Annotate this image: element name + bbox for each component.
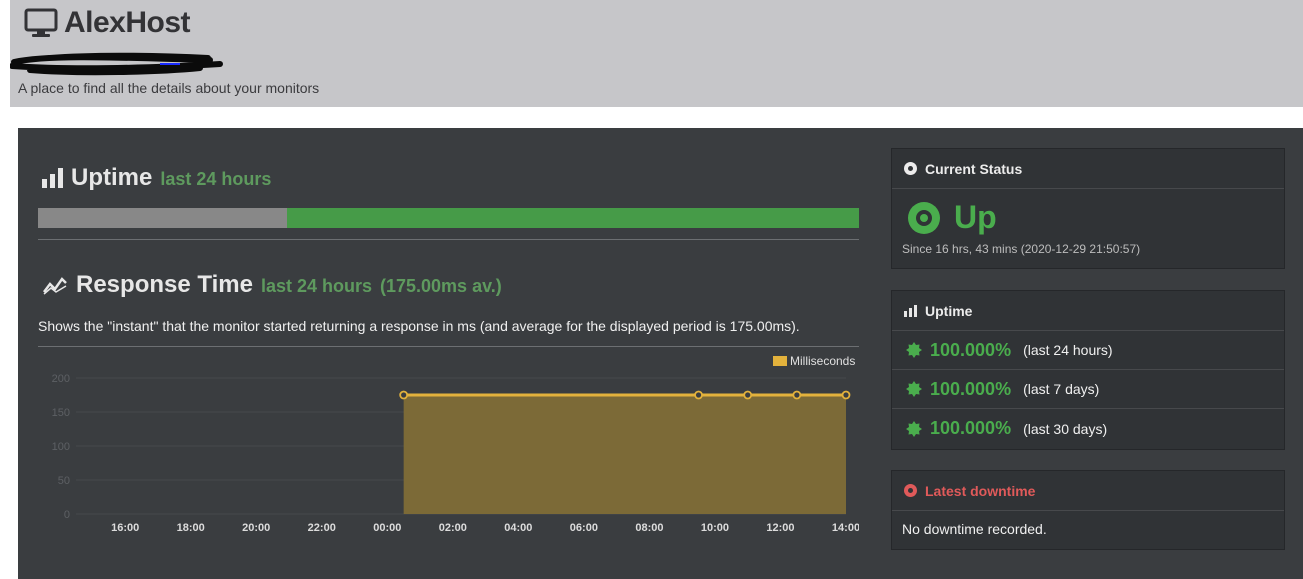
status-state: Up xyxy=(954,199,997,235)
x-tick-label: 10:00 xyxy=(701,522,729,534)
uptime-row: 100.000% (last 24 hours) xyxy=(892,331,1284,370)
divider xyxy=(38,346,859,347)
certificate-icon xyxy=(906,420,922,437)
response-area xyxy=(403,395,846,514)
bar-chart-icon xyxy=(904,304,917,317)
x-tick-label: 22:00 xyxy=(308,522,336,534)
x-tick-label: 00:00 xyxy=(373,522,401,534)
current-status-title: Current Status xyxy=(925,160,1023,177)
uptime-period: (last 30 days) xyxy=(1023,420,1108,437)
page-header: AlexHost A place to find all the details… xyxy=(10,0,1303,107)
uptime-bar-no-data[interactable] xyxy=(38,208,287,228)
uptime-subtitle: last 24 hours xyxy=(160,169,272,189)
status-line: Up xyxy=(902,199,1274,236)
response-heading: Response Time last 24 hours (175.00ms av… xyxy=(42,271,502,299)
certificate-icon xyxy=(906,381,922,397)
uptime-bar[interactable] xyxy=(38,208,859,228)
uptime-pct: 100.000% xyxy=(930,418,1012,438)
uptime-heading: Uptime last 24 hours xyxy=(42,164,271,192)
latest-downtime-title: Latest downtime xyxy=(925,482,1036,499)
uptime-pct: 100.000% xyxy=(930,378,1012,399)
divider xyxy=(38,239,859,240)
data-point xyxy=(841,390,851,400)
x-tick-label: 14:00 xyxy=(832,522,859,534)
uptime-row: 100.000% (last 7 days) xyxy=(892,370,1284,409)
monitor-icon xyxy=(24,8,58,37)
data-point xyxy=(743,390,753,400)
response-title: Response Time xyxy=(76,271,253,298)
tagline: A place to find all the details about yo… xyxy=(18,80,320,96)
brand-title: AlexHost xyxy=(64,6,191,39)
x-tick-label: 20:00 xyxy=(242,522,270,534)
current-status-header: Current Status xyxy=(892,149,1284,189)
certificate-icon xyxy=(906,342,922,358)
monitor-panel: Uptime last 24 hours Response Time last … xyxy=(18,128,1303,579)
brand[interactable]: AlexHost xyxy=(24,6,191,40)
y-tick-label: 50 xyxy=(58,475,70,487)
x-tick-label: 12:00 xyxy=(766,522,794,534)
y-tick-label: 100 xyxy=(52,441,70,453)
x-tick-label: 16:00 xyxy=(111,522,139,534)
y-tick-label: 0 xyxy=(64,509,70,521)
x-tick-label: 02:00 xyxy=(439,522,467,534)
data-point xyxy=(399,390,409,400)
uptime-rows: 100.000% (last 24 hours) 100.000% (last … xyxy=(892,331,1284,448)
uptime-card-header: Uptime xyxy=(892,291,1284,331)
latest-downtime-header: Latest downtime xyxy=(892,471,1284,511)
x-tick-label: 08:00 xyxy=(635,522,663,534)
latest-downtime-card: Latest downtime No downtime recorded. xyxy=(891,470,1285,550)
current-status-card: Current Status Up Since 16 hrs, 43 mins … xyxy=(891,148,1285,269)
response-average: (175.00ms av.) xyxy=(380,276,502,296)
uptime-row: 100.000% (last 30 days) xyxy=(892,409,1284,448)
response-chart[interactable]: 0 50 100 150 200 16:00 18:00 20:00 22:00 00:00 02:… xyxy=(38,350,860,545)
uptime-bar-up[interactable] xyxy=(286,208,859,228)
response-subtitle: last 24 hours xyxy=(260,276,372,296)
bar-chart-icon xyxy=(42,168,63,188)
dot-circle-icon xyxy=(904,162,917,175)
y-tick-label: 150 xyxy=(52,407,70,419)
response-chart-svg[interactable]: 0 50 100 150 200 16:00 18:00 20:00 22:00 00:00 02:… xyxy=(38,350,860,545)
y-tick-label: 200 xyxy=(52,373,70,385)
x-tick-label: 06:00 xyxy=(570,522,598,534)
uptime-period: (last 24 hours) xyxy=(1023,342,1113,358)
response-description: Shows the "instant" that the monitor sta… xyxy=(38,318,800,334)
dot-circle-icon xyxy=(904,484,917,497)
legend-swatch xyxy=(773,356,787,366)
data-point xyxy=(792,390,802,400)
uptime-title: Uptime xyxy=(71,164,153,191)
data-point xyxy=(694,390,703,400)
redaction-scribble xyxy=(10,52,223,76)
x-tick-label: 18:00 xyxy=(177,522,205,534)
latest-downtime-text: No downtime recorded. xyxy=(902,521,1047,537)
x-tick-label: 04:00 xyxy=(504,522,532,534)
uptime-card: Uptime 100.000% (last 24 hours) 100.000%… xyxy=(891,290,1285,450)
uptime-card-title: Uptime xyxy=(925,302,973,319)
legend-label: Milliseconds xyxy=(790,354,855,368)
status-since: Since 16 hrs, 43 mins (2020-12-29 21:50:… xyxy=(902,242,1141,256)
line-chart-icon xyxy=(43,277,67,295)
uptime-pct: 100.000% xyxy=(930,339,1012,360)
uptime-period: (last 7 days) xyxy=(1023,381,1100,397)
status-up-icon xyxy=(908,201,940,234)
